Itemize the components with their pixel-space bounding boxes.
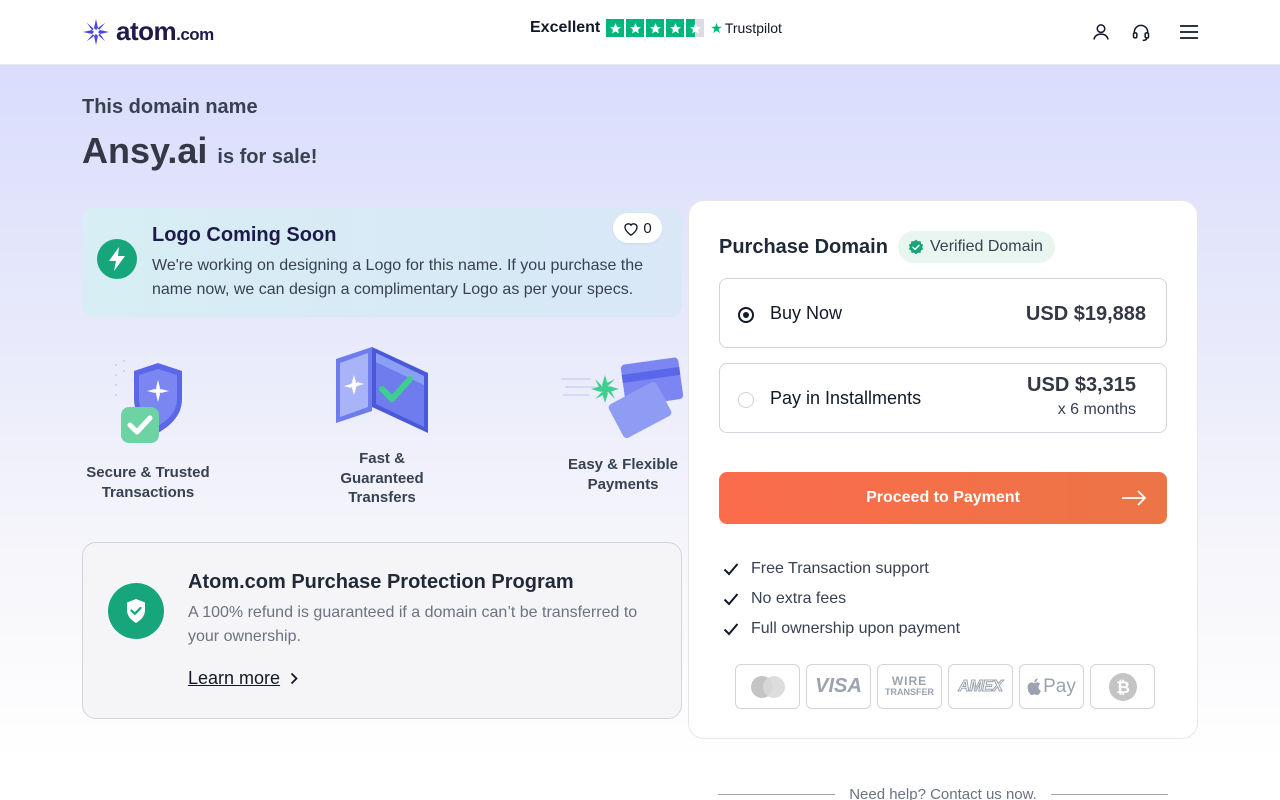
chevron-right-icon <box>290 672 298 685</box>
option-price: USD $3,315 <box>1027 374 1136 396</box>
radio-buy-now[interactable] <box>738 307 754 323</box>
menu-icon[interactable] <box>1178 21 1200 43</box>
protection-title: Atom.com Purchase Protection Program <box>188 571 574 593</box>
option-buy-now[interactable]: Buy Now USD $19,888 <box>719 278 1167 348</box>
mastercard-icon <box>735 664 800 709</box>
like-count: 0 <box>643 219 652 237</box>
rating-stars <box>606 19 705 37</box>
feature-payments: Easy & Flexible Payments <box>556 357 690 494</box>
domain-name: Ansy.ai <box>82 130 208 171</box>
option-label: Pay in Installments <box>770 388 922 408</box>
verified-badge: Verified Domain <box>898 231 1055 263</box>
trustpilot-rating[interactable]: Excellent ★ Trustpilot <box>530 19 782 37</box>
option-installments[interactable]: Pay in Installments USD $3,315 x 6 month… <box>719 363 1167 433</box>
logo-wordmark: atom.com <box>116 16 214 46</box>
divider-line <box>718 794 836 795</box>
option-price: USD $19,888 <box>1025 303 1146 325</box>
shield-icon <box>108 583 164 639</box>
trustpilot-star-icon: ★ <box>710 19 723 36</box>
trustpilot-logo: ★ Trustpilot <box>710 19 782 37</box>
benefit-item: Free Transaction support <box>723 554 960 584</box>
benefit-item: Full ownership upon payment <box>723 614 960 644</box>
help-divider: Need help? Contact us now. <box>718 786 1168 800</box>
wire-transfer-icon: WIRE TRANSFER <box>877 664 942 709</box>
feature-transfer: Fast & Guaranteed Transfers <box>332 345 432 508</box>
purchase-title: Purchase Domain <box>719 236 888 258</box>
amex-icon: AMEX <box>948 664 1013 709</box>
heart-icon <box>624 222 638 236</box>
check-icon <box>723 593 739 606</box>
verified-label: Verified Domain <box>930 238 1043 255</box>
payment-methods: VISA WIRE TRANSFER AMEX Pay ₿ <box>735 664 1155 709</box>
help-link[interactable]: Need help? Contact us now. <box>849 786 1037 800</box>
atom-logo[interactable]: atom.com <box>82 16 214 47</box>
protection-text: A 100% refund is guaranteed if a domain … <box>188 604 638 645</box>
benefit-item: No extra fees <box>723 584 960 614</box>
proceed-label: Proceed to Payment <box>866 489 1020 506</box>
purchase-panel: Purchase Domain Verified Domain Buy Now … <box>688 200 1198 739</box>
bitcoin-icon: ₿ <box>1090 664 1155 709</box>
logo-coming-soon-card: Logo Coming Soon We're working on design… <box>82 208 682 317</box>
star-icon <box>646 19 665 37</box>
radio-installments[interactable] <box>738 392 754 408</box>
top-header: atom.com Excellent ★ Trustpilot <box>0 0 1280 65</box>
option-label: Buy Now <box>770 303 843 323</box>
apple-pay-icon: Pay <box>1019 664 1084 709</box>
user-icon[interactable] <box>1090 21 1112 43</box>
purchase-protection-card: Atom.com Purchase Protection Program A 1… <box>82 542 682 719</box>
divider-line <box>1050 794 1168 795</box>
check-icon <box>723 623 739 636</box>
arrow-right-icon <box>1122 490 1147 506</box>
for-sale-text: is for sale! <box>217 146 318 168</box>
rating-label: Excellent <box>530 19 601 36</box>
benefits-list: Free Transaction support No extra fees F… <box>723 554 960 644</box>
learn-more-link[interactable]: Learn more <box>188 668 298 689</box>
shield-check-icon <box>115 360 182 443</box>
like-button[interactable]: 0 <box>613 213 662 243</box>
lightning-icon <box>97 239 137 279</box>
star-icon <box>626 19 645 37</box>
star-icon <box>666 19 685 37</box>
feature-label: Secure & Trusted Transactions <box>86 464 210 501</box>
proceed-to-payment-button[interactable]: Proceed to Payment <box>719 472 1167 524</box>
star-icon <box>606 19 625 37</box>
logo-card-text: We're working on designing a Logo for th… <box>152 257 644 298</box>
page-subtitle: This domain name <box>82 96 258 118</box>
feature-label: Fast & Guaranteed Transfers <box>340 450 424 506</box>
cards-icon <box>561 357 684 439</box>
check-icon <box>723 563 739 576</box>
feature-secure: Secure & Trusted Transactions <box>82 355 214 502</box>
feature-label: Easy & Flexible Payments <box>567 456 679 493</box>
atom-star-icon <box>83 18 109 45</box>
domain-heading: Ansy.ai is for sale! <box>82 130 317 172</box>
headset-icon[interactable] <box>1130 21 1152 43</box>
transfer-icon <box>336 347 428 433</box>
visa-icon: VISA <box>806 664 871 709</box>
verified-check-icon <box>908 239 924 255</box>
star-half-icon <box>686 19 705 37</box>
logo-card-title: Logo Coming Soon <box>152 224 337 246</box>
svg-text:₿: ₿ <box>1116 678 1130 697</box>
learn-more-label: Learn more <box>188 668 281 688</box>
option-duration: x 6 months <box>1057 401 1136 418</box>
